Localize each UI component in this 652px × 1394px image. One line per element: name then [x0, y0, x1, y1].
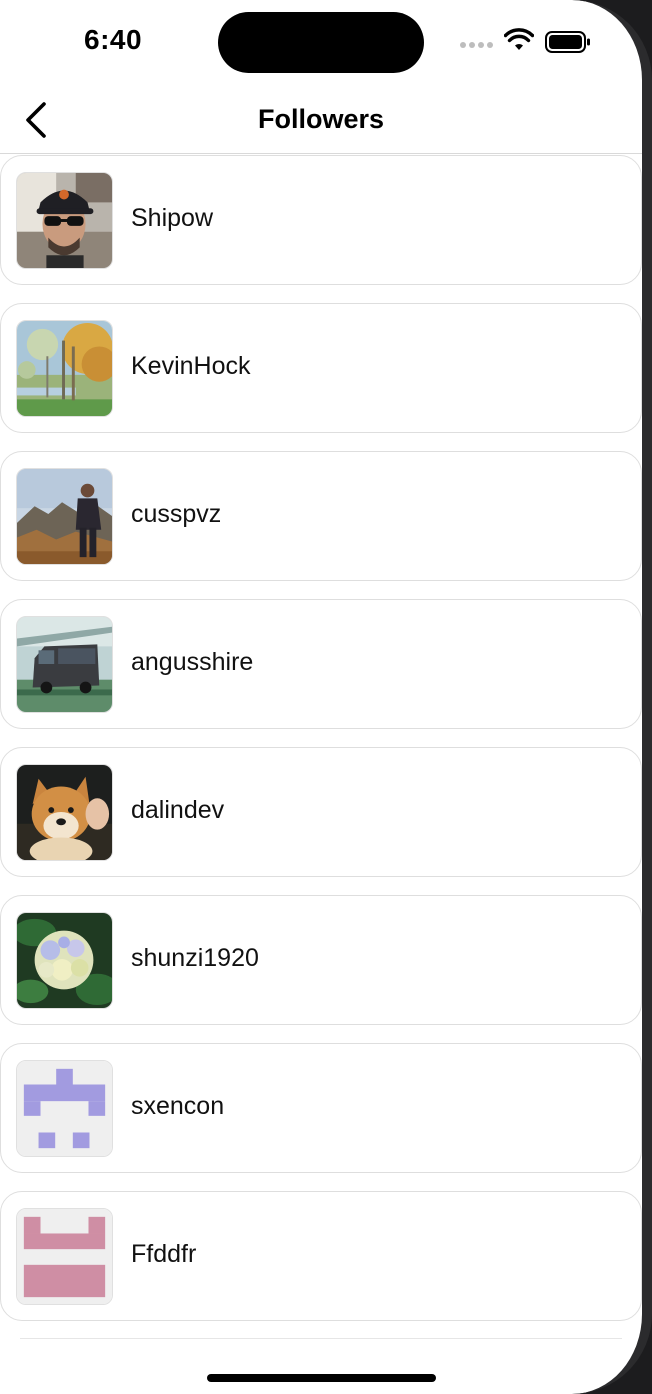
home-indicator[interactable] [207, 1374, 436, 1382]
follower-username: cusspvz [131, 500, 222, 528]
avatar [16, 1208, 113, 1305]
follower-row[interactable]: Shipow [0, 155, 642, 285]
follower-row[interactable]: KevinHock [0, 303, 642, 433]
follower-username: shunzi1920 [131, 944, 259, 972]
follower-row[interactable]: dalindev [0, 747, 642, 877]
navigation-bar: Followers [0, 86, 642, 154]
follower-row[interactable]: sxencon [0, 1043, 642, 1173]
battery-icon [545, 31, 591, 53]
follower-username: dalindev [131, 796, 225, 824]
status-time: 6:40 [84, 24, 143, 55]
avatar [16, 172, 113, 269]
follower-row[interactable]: cusspvz [0, 451, 642, 581]
page-title: Followers [257, 104, 385, 134]
follower-username: sxencon [131, 1092, 225, 1120]
follower-row[interactable]: Ffddfr [0, 1191, 642, 1321]
follower-username: angusshire [131, 648, 254, 676]
avatar [16, 320, 113, 417]
dynamic-island [218, 12, 424, 73]
wifi-icon [503, 28, 535, 52]
follower-row[interactable]: shunzi1920 [0, 895, 642, 1025]
divider [20, 1338, 622, 1339]
avatar [16, 468, 113, 565]
follower-row[interactable]: angusshire [0, 599, 642, 729]
device-frame: 6:40 Followers Shipow KevinHock cusspvz … [0, 0, 652, 1394]
follower-username: Ffddfr [131, 1240, 197, 1268]
screen: 6:40 Followers Shipow KevinHock cusspvz … [0, 0, 642, 1394]
avatar [16, 1060, 113, 1157]
avatar [16, 764, 113, 861]
avatar [16, 912, 113, 1009]
follower-username: Shipow [131, 204, 213, 232]
follower-username: KevinHock [131, 352, 251, 380]
cellular-signal-icon [460, 42, 494, 52]
avatar [16, 616, 113, 713]
status-bar: 6:40 [0, 0, 642, 86]
